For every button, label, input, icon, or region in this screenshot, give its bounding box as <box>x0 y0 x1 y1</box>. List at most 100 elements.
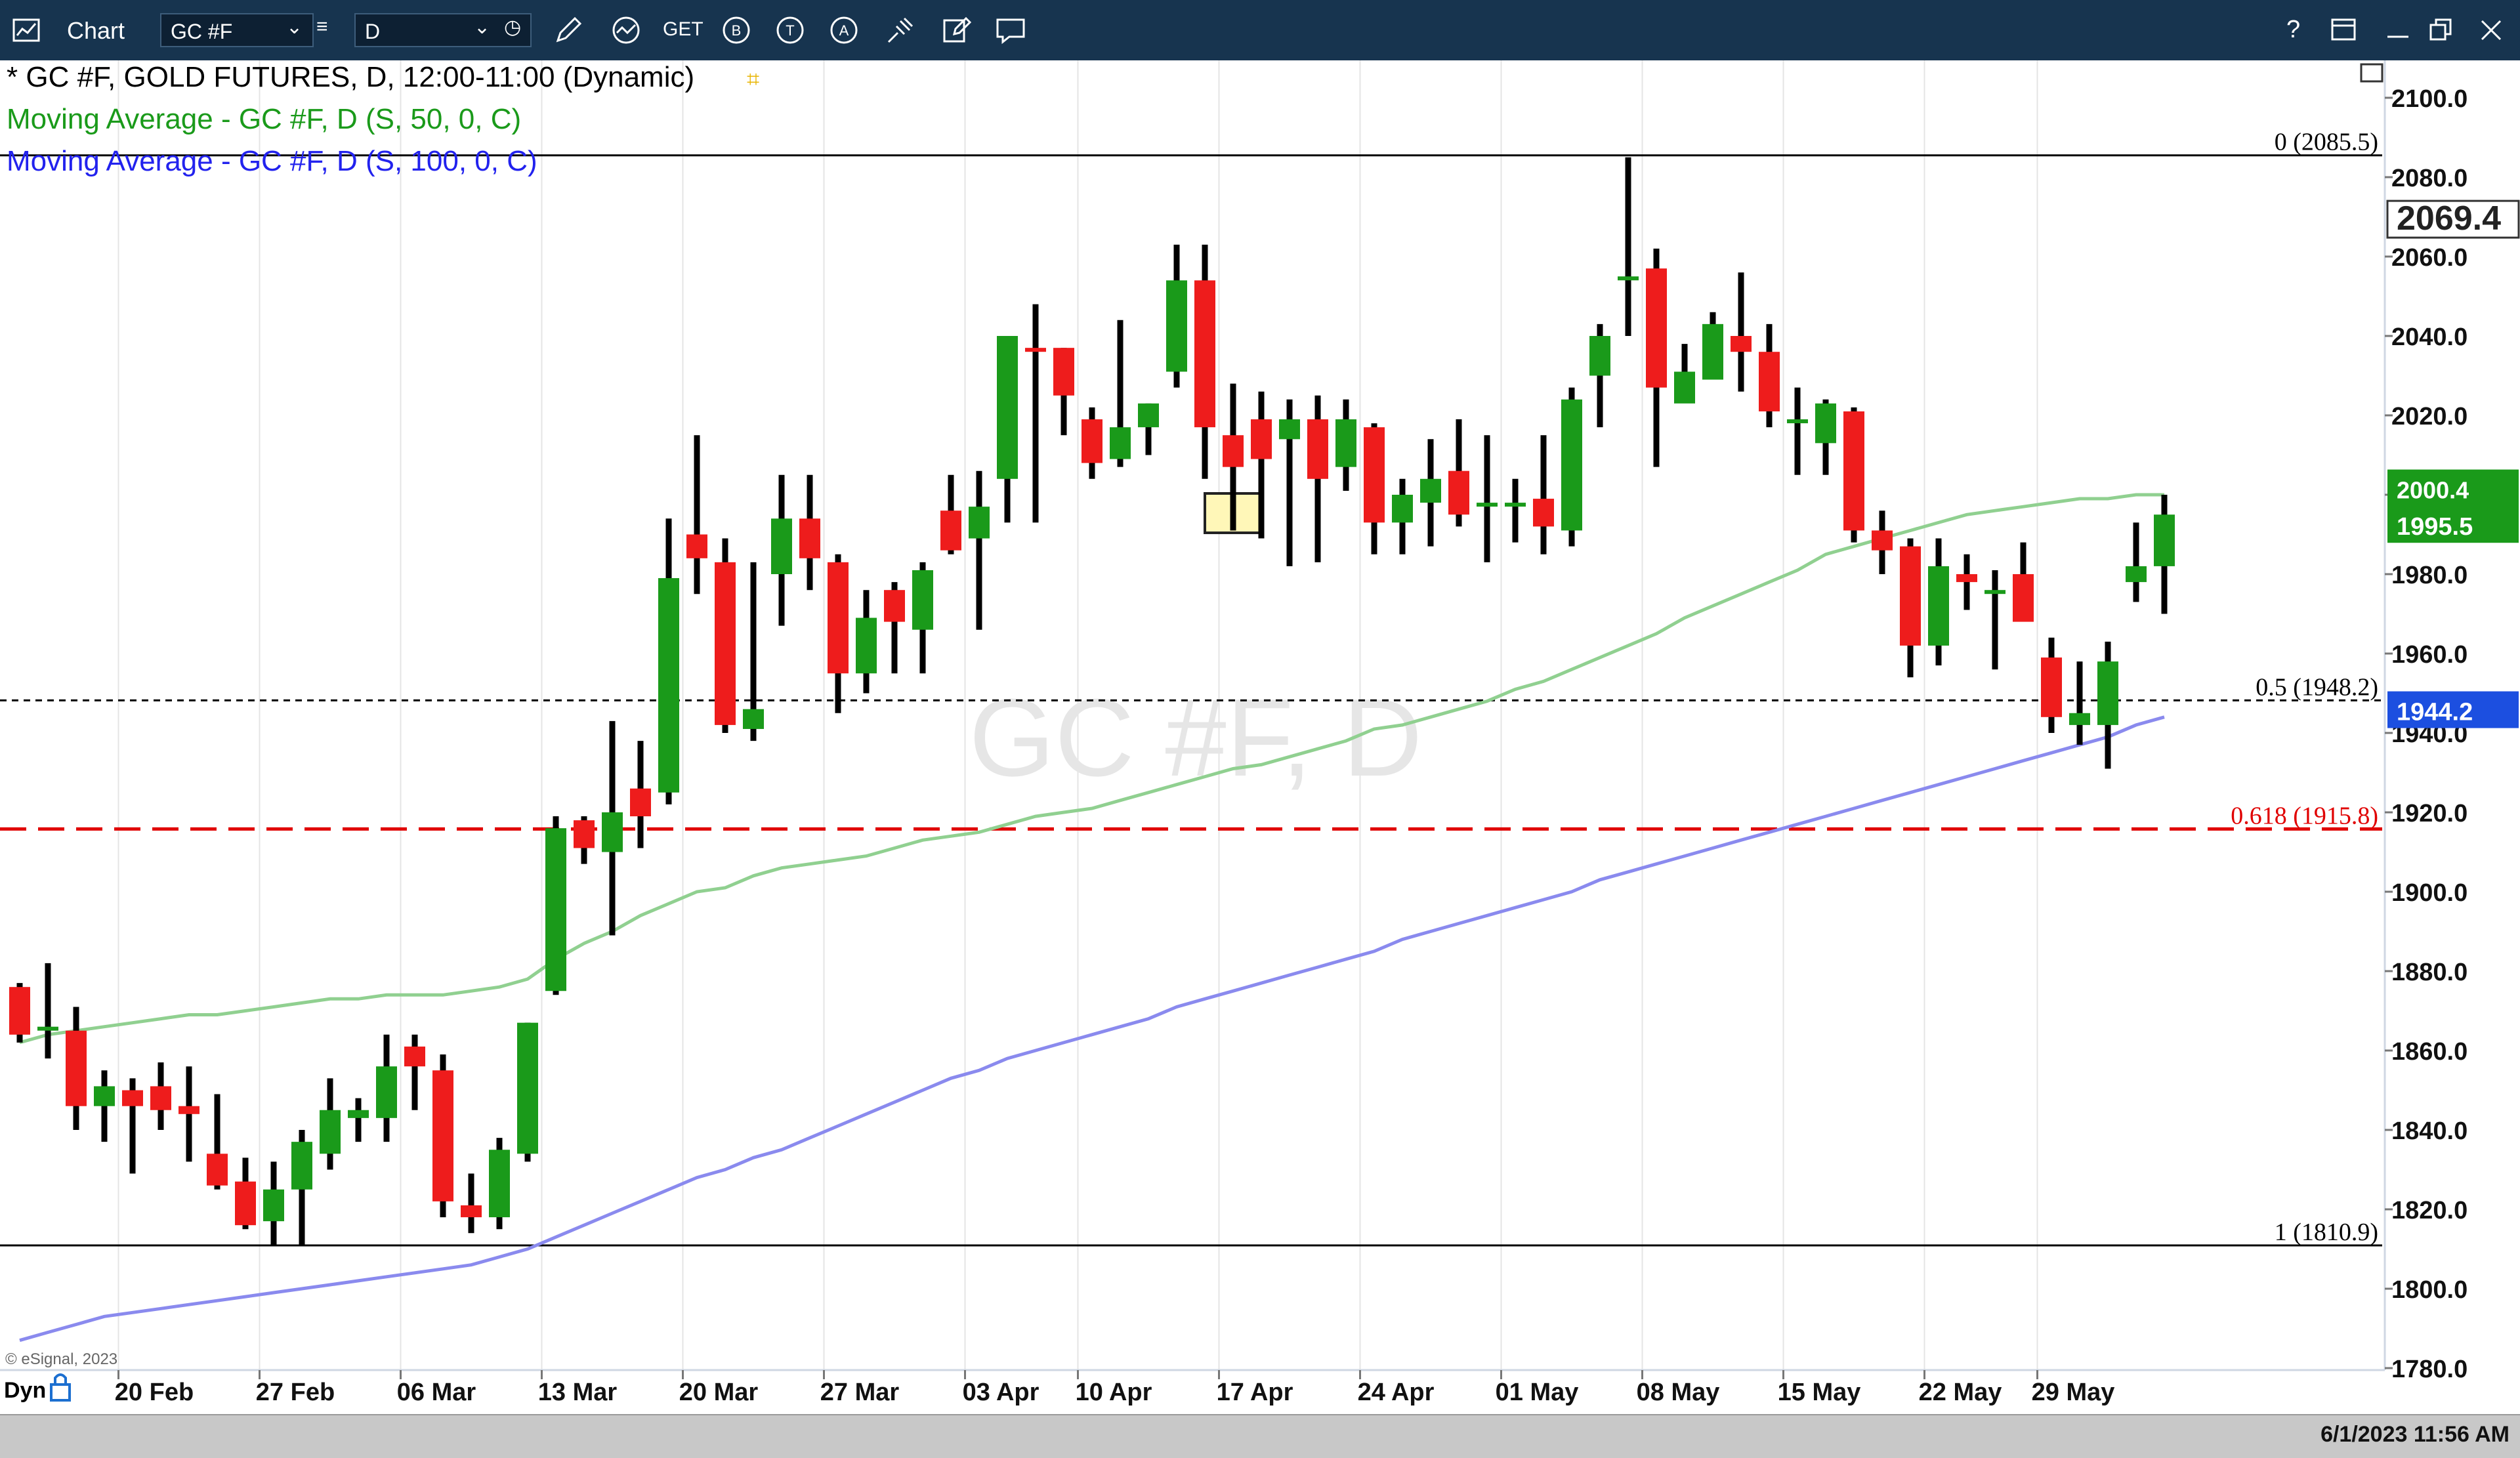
fib-label: 0 (2085.5) <box>2275 129 2378 156</box>
price-tick-label: 2040.0 <box>2391 323 2468 351</box>
price-chart[interactable]: GC #F, D 0 (2085.5)0.5 (1948.2)0.618 (19… <box>0 60 2520 1414</box>
price-tick-label: 2060.0 <box>2391 244 2468 272</box>
candle-body <box>1279 419 1300 440</box>
time-tick-label: 20 Feb <box>115 1379 194 1406</box>
candle-body <box>1561 399 1582 531</box>
price-tick-label: 1840.0 <box>2391 1117 2468 1145</box>
candle-body <box>1392 495 1413 523</box>
candle-body <box>1533 499 1554 527</box>
get-button[interactable]: GET <box>663 18 704 41</box>
price-tick-label: 2100.0 <box>2391 85 2468 113</box>
candle-body <box>1110 427 1131 459</box>
study-icon[interactable] <box>610 14 642 46</box>
candle <box>9 983 30 1043</box>
interval-dropdown-chevron-icon[interactable]: ⌄ <box>474 16 490 39</box>
candle-body <box>1928 566 1949 646</box>
legend-main[interactable]: * GC #F, GOLD FUTURES, D, 12:00-11:00 (D… <box>7 61 694 93</box>
candle-body <box>1702 323 1723 380</box>
candle-body <box>1674 371 1695 404</box>
candle-body <box>884 590 905 622</box>
candle-body <box>1251 419 1272 459</box>
time-tick-label: 13 Mar <box>538 1379 618 1406</box>
candle-body <box>743 709 764 729</box>
comment-icon[interactable] <box>995 14 1026 46</box>
candle-body <box>1448 470 1469 515</box>
close-icon[interactable] <box>2475 14 2507 46</box>
candle-body <box>1053 348 1074 396</box>
time-tick-label: 08 May <box>1637 1379 1720 1406</box>
alert-button-label: A <box>839 22 849 39</box>
legend-pin-icon[interactable]: ⌗ <box>747 66 759 93</box>
candle <box>1561 387 1582 547</box>
interval-clock-icon[interactable]: ◷ <box>504 16 521 39</box>
fib-label: 1 (1810.9) <box>2275 1218 2378 1246</box>
candle-body <box>574 820 595 848</box>
fib-label: 0.618 (1915.8) <box>2231 802 2378 829</box>
time-tick-label: 24 Apr <box>1358 1379 1435 1406</box>
restore-icon[interactable] <box>2426 14 2457 46</box>
trade-button-icon[interactable]: T <box>774 14 806 46</box>
legend-ma50[interactable]: Moving Average - GC #F, D (S, 50, 0, C) <box>7 103 521 135</box>
candle-body <box>2126 566 2147 583</box>
price-tick-label: 1800.0 <box>2391 1276 2468 1304</box>
price-badge-ma100: 1944.2 <box>2387 691 2519 728</box>
candle-body <box>2097 661 2118 725</box>
candle-body <box>602 812 623 852</box>
price-tick-label: 1880.0 <box>2391 959 2468 986</box>
buy-button-icon[interactable]: B <box>721 14 752 46</box>
candle-body <box>1787 419 1808 424</box>
drawing-tools-icon[interactable] <box>885 14 916 46</box>
time-tick-label: 27 Feb <box>256 1379 335 1406</box>
candle-body <box>969 507 990 539</box>
symbol-dropdown-chevron-icon[interactable]: ⌄ <box>286 16 303 39</box>
notes-edit-icon[interactable] <box>941 14 973 46</box>
candle-body <box>2041 657 2062 717</box>
candle-body <box>178 1106 200 1114</box>
candle-body <box>9 987 30 1035</box>
candle-body <box>150 1086 171 1110</box>
candle-body <box>771 518 792 574</box>
draw-pencil-icon[interactable] <box>553 14 584 46</box>
alert-button-icon[interactable]: A <box>828 14 860 46</box>
candle-body <box>2069 713 2090 725</box>
minimize-icon[interactable] <box>2382 14 2414 46</box>
price-tick-label: 1980.0 <box>2391 562 2468 589</box>
price-tick-label: 2020.0 <box>2391 403 2468 430</box>
candle-body <box>1646 268 1667 388</box>
candle-body <box>1900 546 1921 646</box>
candle-body <box>545 828 566 991</box>
app-label: Chart <box>67 17 125 44</box>
symbol-list-icon[interactable]: ≡ <box>316 16 328 38</box>
status-bar: 6/1/2023 11:56 AM <box>0 1414 2520 1458</box>
candle <box>489 1138 510 1230</box>
symbol-value: GC #F <box>171 20 233 43</box>
candle-body <box>1307 419 1328 479</box>
time-tick-label: 27 Mar <box>820 1379 900 1406</box>
candle-body <box>1505 503 1526 507</box>
window-menu-icon[interactable] <box>2328 14 2360 46</box>
trade-button-label: T <box>786 22 794 39</box>
candle-body <box>1815 403 1836 444</box>
axis-toggle-icon[interactable] <box>2360 63 2384 83</box>
candle-body <box>235 1181 256 1226</box>
candle-body <box>1194 280 1215 428</box>
candle-body <box>320 1110 341 1154</box>
candle-body <box>207 1154 228 1186</box>
price-badge-label: 2069.4 <box>2397 199 2501 238</box>
help-icon[interactable]: ? <box>2286 16 2300 44</box>
candle-body <box>66 1030 87 1106</box>
candle-body <box>1731 336 1752 352</box>
candle-body <box>686 534 707 558</box>
price-badge-cursor: 2069.4 <box>2386 199 2520 239</box>
candle <box>432 1054 453 1218</box>
candle-body <box>1759 352 1780 411</box>
dyn-label[interactable]: Dyn <box>4 1378 46 1403</box>
candle-body <box>1589 336 1610 376</box>
candle-body <box>1364 427 1385 523</box>
candle-body <box>828 562 849 674</box>
candle-body <box>799 518 820 558</box>
candle <box>715 538 736 733</box>
candle-body <box>1420 478 1441 503</box>
legend-ma100[interactable]: Moving Average - GC #F, D (S, 100, 0, C) <box>7 145 537 177</box>
candle-body <box>1477 503 1498 507</box>
